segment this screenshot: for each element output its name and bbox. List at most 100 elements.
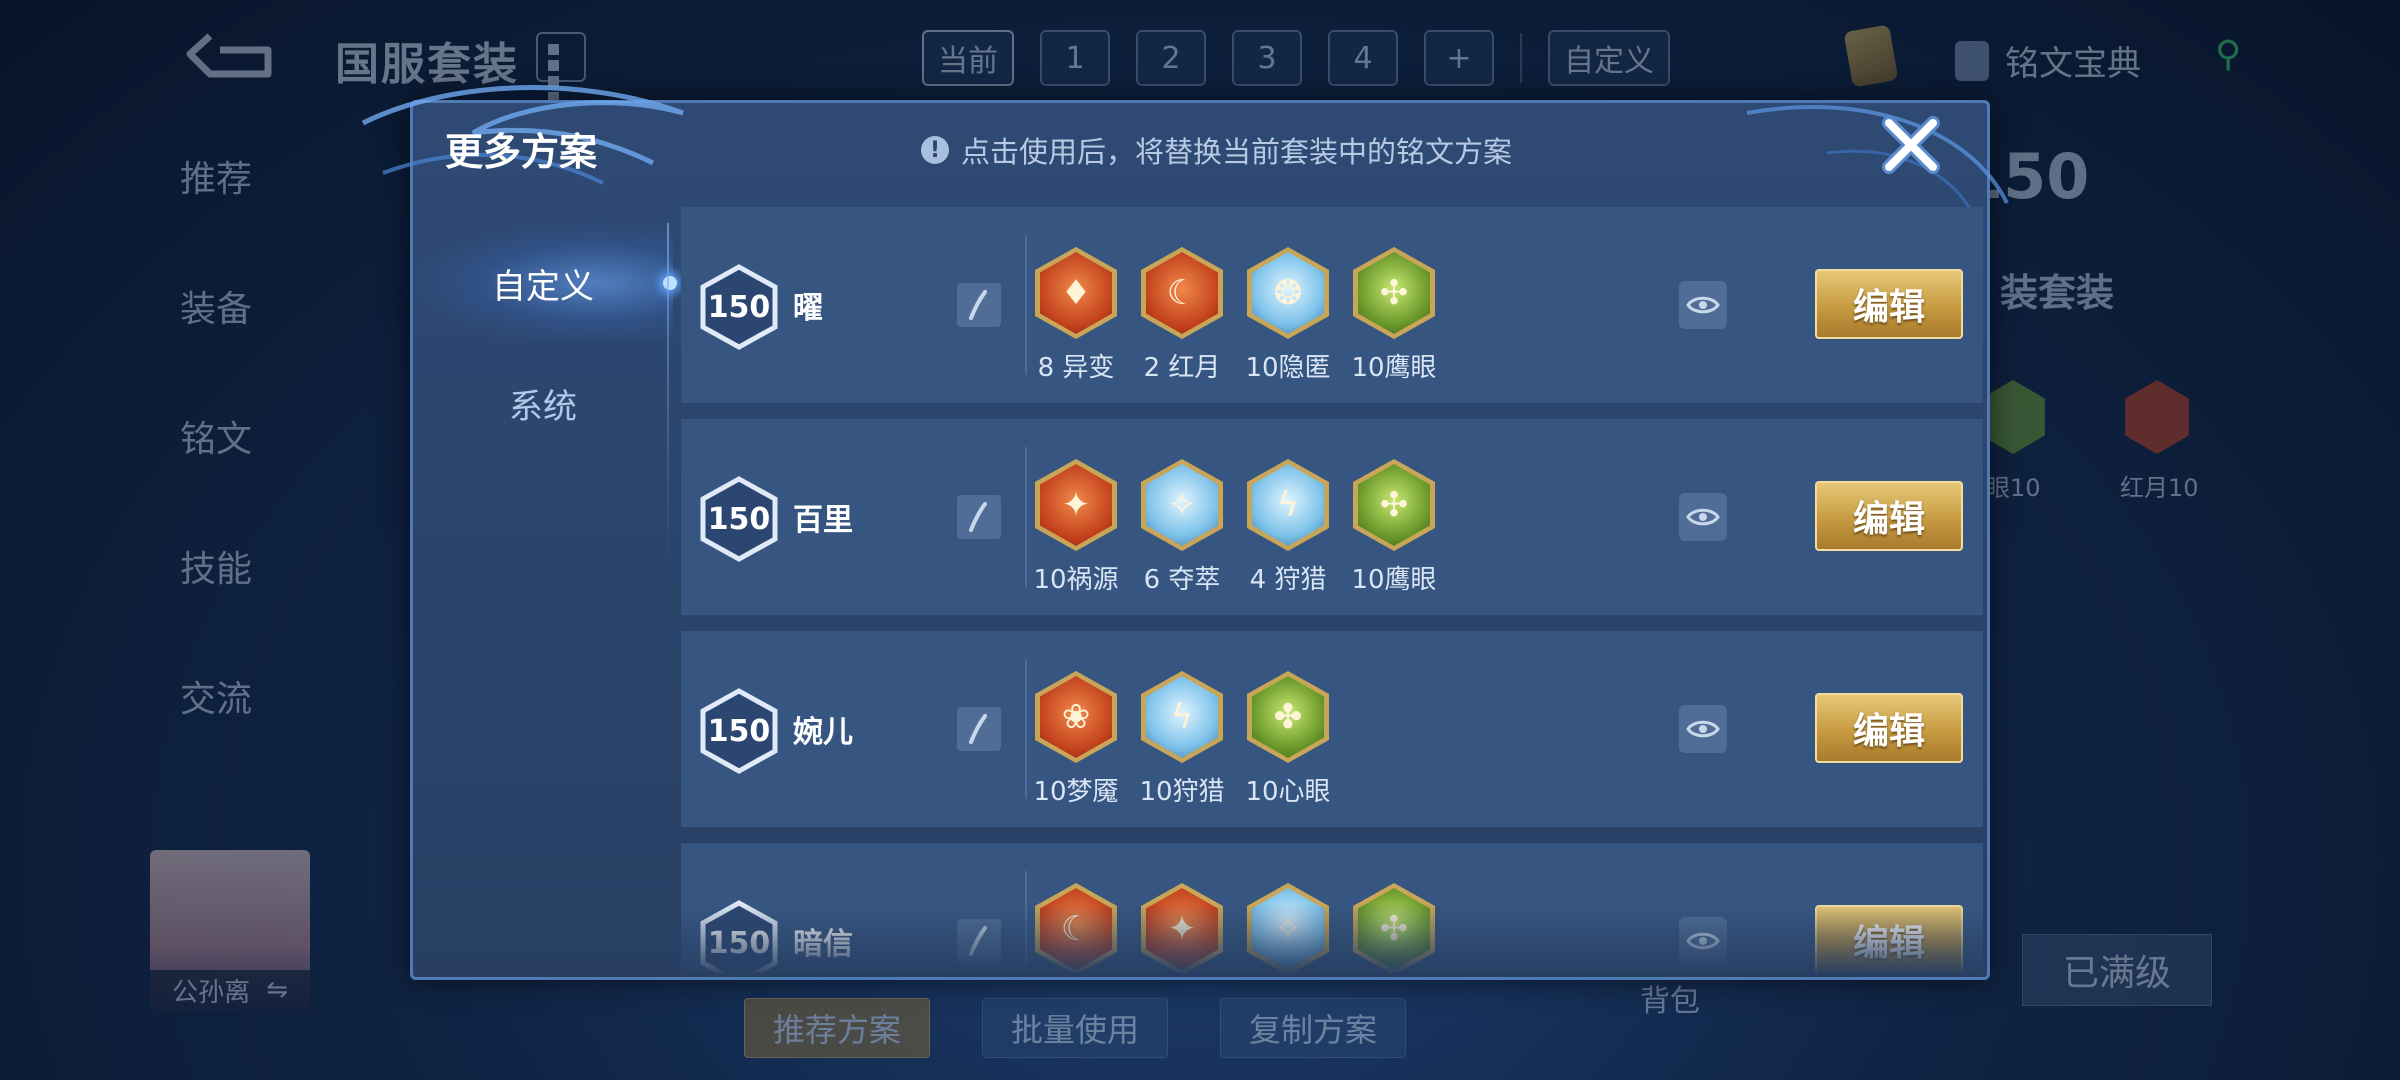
pen-icon [969, 714, 987, 744]
eye-icon [1686, 932, 1720, 950]
rune-item: ✧ 6 夺萃 [1141, 459, 1223, 596]
bg-rune-red-icon [2125, 380, 2189, 454]
bag-icon[interactable] [1843, 24, 1899, 88]
tab-1[interactable]: 1 [1040, 30, 1110, 86]
level-badge: 150 [699, 475, 779, 563]
back-arrow-icon[interactable] [180, 30, 276, 82]
level-value: 150 [707, 501, 771, 537]
codex-button[interactable]: 铭文宝典 [1955, 36, 2141, 85]
tab-divider [1520, 33, 1522, 83]
hero-name-bar[interactable]: 公孙离 ⇋ [150, 970, 310, 1010]
copy-plan-button[interactable]: 复制方案 [1220, 998, 1407, 1058]
rune-set: ❀ 10梦魇 ϟ 10狩猎 ✤ 10心眼 [1033, 671, 1331, 808]
level-badge: 150 [699, 687, 779, 775]
rune-item: ❀ 10梦魇 [1033, 671, 1119, 808]
maxed-button[interactable]: 已满级 [2022, 934, 2212, 1006]
swap-icon: ⇋ [266, 975, 288, 1005]
rune-item: ☾ [1035, 883, 1117, 973]
bg-rune-label: 红月10 [2120, 474, 2199, 502]
recommend-plan-button[interactable]: 推荐方案 [744, 998, 931, 1058]
pen-icon [969, 290, 987, 320]
row-divider [1025, 447, 1027, 587]
plan-hero-name: 百里 [793, 503, 853, 538]
plan-row[interactable]: 150 暗信 ☾ ✦ ✧ ✣ 编辑 [681, 843, 1983, 973]
category-system[interactable]: 系统 [413, 343, 673, 463]
rune-label: 10心眼 [1245, 777, 1331, 807]
rune-item: ✧ [1247, 883, 1329, 973]
plan-hero-name: 暗信 [793, 927, 853, 962]
rename-button[interactable] [957, 495, 1001, 539]
rune-item: ✦ 10祸源 [1033, 459, 1119, 596]
edit-button[interactable]: 编辑 [1815, 905, 1963, 973]
side-nav-equipment[interactable]: 装备 [180, 280, 252, 332]
category-custom[interactable]: 自定义 [413, 223, 677, 343]
side-nav: 推荐 装备 铭文 技能 交流 [180, 150, 252, 722]
edit-button[interactable]: 编辑 [1815, 481, 1963, 551]
side-nav-skills[interactable]: 技能 [180, 540, 252, 592]
wifi-icon: ⚲ [2215, 34, 2242, 75]
tab-3[interactable]: 3 [1232, 30, 1302, 86]
rune-set: ☾ ✦ ✧ ✣ [1035, 883, 1435, 973]
grid-menu-icon[interactable] [536, 32, 586, 103]
eye-icon [1686, 720, 1720, 738]
rune-set: ✦ 10祸源 ✧ 6 夺萃 ϟ4 狩猎 ✣ 10鹰眼 [1033, 459, 1437, 596]
plan-list[interactable]: 150 曜 ♦ 8 异变 ☾ 2 红月 ❂ 10隐匿 ✣ 10鹰眼 编辑 150 百里 [681, 207, 1983, 973]
hint-text: 点击使用后，将替换当前套装中的铭文方案 [961, 135, 1513, 169]
rune-label: 4 狩猎 [1249, 565, 1327, 595]
rune-label: 10梦魇 [1033, 777, 1119, 807]
edit-button[interactable]: 编辑 [1815, 269, 1963, 339]
tab-current[interactable]: 当前 [922, 30, 1014, 86]
suit-title: 国服套装 [335, 39, 519, 90]
plan-row[interactable]: 150 曜 ♦ 8 异变 ☾ 2 红月 ❂ 10隐匿 ✣ 10鹰眼 编辑 [681, 207, 1983, 403]
tab-custom[interactable]: 自定义 [1548, 30, 1670, 86]
level-badge: 150 [699, 263, 779, 351]
row-divider [1025, 659, 1027, 799]
close-icon [1882, 116, 1940, 174]
tab-2[interactable]: 2 [1136, 30, 1206, 86]
more-plans-dialog: 更多方案 ! 点击使用后，将替换当前套装中的铭文方案 自定义 系统 150 曜 [361, 85, 2009, 980]
dialog-title: 更多方案 [445, 130, 598, 174]
preview-button[interactable] [1679, 917, 1727, 965]
rune-item: ✣ [1353, 883, 1435, 973]
rune-item: ✣ 10鹰眼 [1351, 247, 1437, 384]
edit-button[interactable]: 编辑 [1815, 693, 1963, 763]
rune-item: ϟ 10狩猎 [1139, 671, 1225, 808]
rune-item: ✤ 10心眼 [1245, 671, 1331, 808]
batch-use-button[interactable]: 批量使用 [982, 998, 1169, 1058]
backpack-label[interactable]: 背包 [1640, 976, 1700, 1020]
side-nav-recommend[interactable]: 推荐 [180, 150, 252, 202]
tab-add[interactable]: + [1424, 30, 1494, 86]
preview-button[interactable] [1679, 705, 1727, 753]
preview-button[interactable] [1679, 281, 1727, 329]
rune-label: 10鹰眼 [1351, 565, 1437, 595]
suit-label: 装套装 [2000, 271, 2115, 315]
plan-row[interactable]: 150 婉儿 ❀ 10梦魇 ϟ 10狩猎 ✤ 10心眼 编辑 [681, 631, 1983, 827]
rune-label: 10狩猎 [1139, 777, 1225, 807]
info-icon: ! [921, 136, 949, 164]
rune-label: 6 夺萃 [1143, 565, 1221, 595]
eye-icon [1686, 508, 1720, 526]
category-label: 自定义 [492, 266, 594, 307]
row-divider [1025, 871, 1027, 973]
suit-tabs: 当前 1 2 3 4 + 自定义 [922, 30, 1670, 86]
rune-item: ❂ 10隐匿 [1245, 247, 1331, 384]
close-button[interactable] [1879, 113, 1943, 177]
codex-icon [1955, 40, 1989, 81]
rune-item: ϟ4 狩猎 [1247, 459, 1329, 596]
side-nav-community[interactable]: 交流 [180, 670, 252, 722]
tab-4[interactable]: 4 [1328, 30, 1398, 86]
hero-name: 公孙离 [172, 977, 251, 1008]
bottom-actions: 推荐方案 批量使用 复制方案 [744, 998, 1407, 1058]
pen-icon [969, 926, 987, 956]
rename-button[interactable] [957, 707, 1001, 751]
preview-button[interactable] [1679, 493, 1727, 541]
side-nav-runes[interactable]: 铭文 [180, 410, 252, 462]
rune-label: 8 异变 [1037, 353, 1115, 383]
rename-button[interactable] [957, 919, 1001, 963]
rune-set: ♦ 8 异变 ☾ 2 红月 ❂ 10隐匿 ✣ 10鹰眼 [1035, 247, 1437, 384]
plan-row[interactable]: 150 百里 ✦ 10祸源 ✧ 6 夺萃 ϟ4 狩猎 ✣ 10鹰眼 编辑 [681, 419, 1983, 615]
rune-label: 10隐匿 [1245, 353, 1331, 383]
level-hexagon-icon [700, 900, 778, 973]
rename-button[interactable] [957, 283, 1001, 327]
level-badge: 150 [699, 899, 779, 973]
